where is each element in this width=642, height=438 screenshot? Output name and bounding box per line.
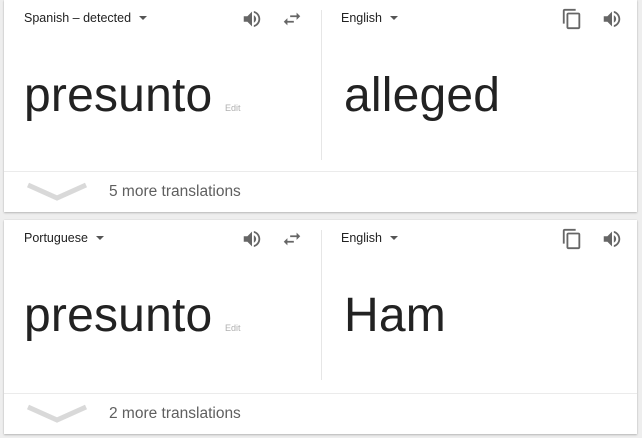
target-language-label: English <box>341 11 382 25</box>
caret-down-icon <box>390 16 398 20</box>
target-language-selector[interactable]: English <box>341 231 398 245</box>
edit-link[interactable]: Edit <box>225 103 241 113</box>
listen-translation-button[interactable] <box>599 6 625 32</box>
source-language-selector[interactable]: Spanish – detected <box>24 11 148 25</box>
swap-languages-button[interactable] <box>279 6 305 32</box>
translation-panes: Spanish – detected presunto Edit English <box>4 0 637 170</box>
more-translations-toggle[interactable]: 2 more translations <box>4 393 637 434</box>
more-translations-label: 2 more translations <box>109 405 241 422</box>
speaker-icon <box>243 230 261 248</box>
target-language-label: English <box>341 231 382 245</box>
copy-translation-button[interactable] <box>559 226 585 252</box>
swap-languages-icon <box>283 232 301 246</box>
speaker-icon <box>603 10 621 28</box>
translation-panes: Portuguese presunto Edit English Ham <box>4 220 637 390</box>
listen-source-button[interactable] <box>239 226 265 252</box>
caret-down-icon <box>139 16 148 20</box>
more-translations-label: 5 more translations <box>109 183 241 200</box>
chevron-down-icon <box>24 403 90 425</box>
source-language-label: Portuguese <box>24 231 88 245</box>
copy-icon <box>562 228 581 250</box>
caret-down-icon <box>390 236 398 240</box>
target-language-selector[interactable]: English <box>341 11 398 25</box>
translation-card: Spanish – detected presunto Edit English <box>4 0 637 212</box>
more-translations-toggle[interactable]: 5 more translations <box>4 171 637 212</box>
edit-link[interactable]: Edit <box>225 323 241 333</box>
source-language-selector[interactable]: Portuguese <box>24 231 104 245</box>
source-language-label: Spanish – detected <box>24 11 132 25</box>
target-pane: English alleged <box>322 0 637 170</box>
speaker-icon <box>603 230 621 248</box>
caret-down-icon <box>95 236 104 240</box>
copy-translation-button[interactable] <box>559 6 585 32</box>
chevron-down-icon <box>24 181 90 203</box>
translated-text: alleged <box>344 69 501 122</box>
source-text: presunto <box>24 69 213 122</box>
source-pane: Portuguese presunto Edit <box>4 220 321 390</box>
swap-languages-icon <box>283 12 301 26</box>
source-pane: Spanish – detected presunto Edit <box>4 0 321 170</box>
speaker-icon <box>243 10 261 28</box>
swap-languages-button[interactable] <box>279 226 305 252</box>
listen-translation-button[interactable] <box>599 226 625 252</box>
target-pane: English Ham <box>322 220 637 390</box>
translation-card: Portuguese presunto Edit English Ham 2 m… <box>4 220 637 434</box>
listen-source-button[interactable] <box>239 6 265 32</box>
translated-text: Ham <box>344 289 446 342</box>
source-text: presunto <box>24 289 213 342</box>
copy-icon <box>562 8 581 30</box>
